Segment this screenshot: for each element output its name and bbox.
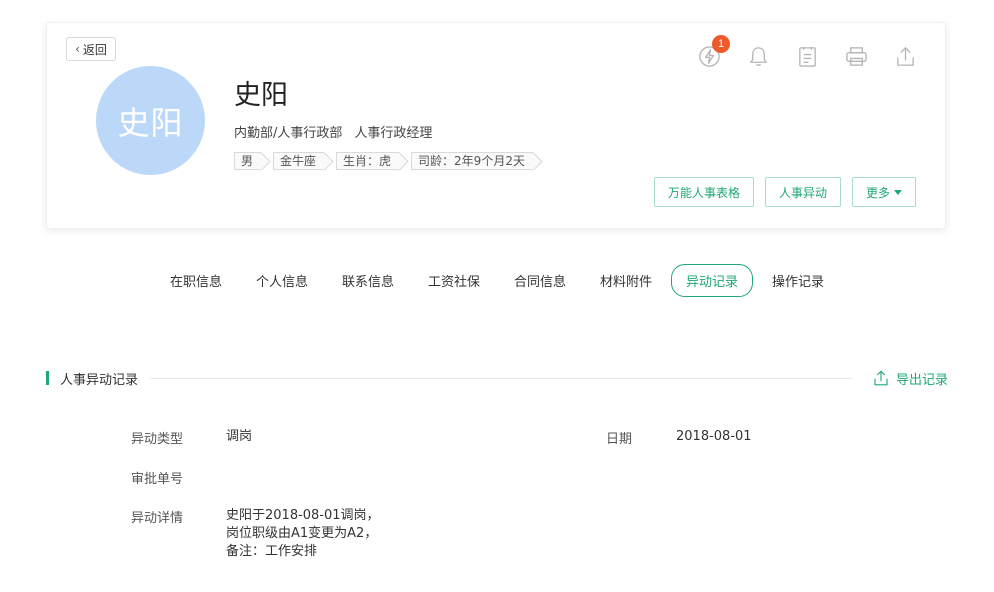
change-detail-value: 史阳于2018-08-01调岗， 岗位职级由A1变更为A2， 备注：工作安排 <box>226 507 380 561</box>
tab-contract-info[interactable]: 合同信息 <box>499 264 581 297</box>
tab-salary-insurance[interactable]: 工资社保 <box>413 264 495 297</box>
export-records-button[interactable]: 导出记录 <box>872 369 948 388</box>
notes-icon <box>799 46 816 67</box>
tab-personal-info[interactable]: 个人信息 <box>241 264 323 297</box>
tag-zodiac: 生肖：虎 <box>336 152 400 170</box>
section-title: 人事异动记录 <box>60 372 139 388</box>
profile-tags: 男 金牛座 生肖：虎 司龄：2年9个月2天 <box>234 152 533 170</box>
export-label: 导出记录 <box>895 372 948 388</box>
date-label: 日期 <box>606 432 633 447</box>
department: 内勤部/人事行政部 <box>234 126 343 141</box>
printer-icon <box>846 46 867 66</box>
header-icon-bar: 1 <box>698 35 917 69</box>
share-icon <box>897 46 914 66</box>
tag-tenure: 司龄：2年9个月2天 <box>411 152 533 170</box>
share-button[interactable] <box>894 43 917 69</box>
tab-contact-info[interactable]: 联系信息 <box>327 264 409 297</box>
detail-line: 史阳于2018-08-01调岗， <box>226 508 380 523</box>
job-position: 人事行政经理 <box>354 126 433 141</box>
change-type-label: 异动类型 <box>131 432 184 447</box>
tag-constellation: 金牛座 <box>273 152 325 170</box>
section-header: 人事异动记录 导出记录 <box>46 368 948 388</box>
print-button[interactable] <box>845 43 868 69</box>
action-buttons: 万能人事表格 人事异动 更多 <box>653 177 916 207</box>
approval-number-label: 审批单号 <box>131 472 184 487</box>
profile-tabs: 在职信息 个人信息 联系信息 工资社保 合同信息 材料附件 异动记录 操作记录 <box>0 264 994 297</box>
date-value: 2018-08-01 <box>676 429 752 444</box>
bell-icon <box>750 46 767 66</box>
notes-button[interactable] <box>796 43 819 69</box>
back-button-label: 返回 <box>82 42 107 57</box>
tab-attachments[interactable]: 材料附件 <box>585 264 667 297</box>
tag-gender: 男 <box>234 152 262 170</box>
caret-down-icon <box>894 189 902 195</box>
hr-change-button[interactable]: 人事异动 <box>764 177 841 207</box>
avatar: 史阳 <box>96 66 205 175</box>
change-detail-label: 异动详情 <box>131 511 184 526</box>
more-button-label: 更多 <box>865 185 890 200</box>
chevron-left-icon: ‹ <box>75 42 80 56</box>
bell-button[interactable] <box>747 43 770 69</box>
hr-table-button[interactable]: 万能人事表格 <box>653 177 754 207</box>
tab-operation-records[interactable]: 操作记录 <box>757 264 839 297</box>
export-icon <box>874 370 888 386</box>
back-button[interactable]: ‹ 返回 <box>66 37 116 61</box>
profile-card: ‹ 返回 史阳 史阳 内勤部/人事行政部 人事行政经理 男 金牛座 生肖：虎 司… <box>46 22 946 229</box>
flash-button[interactable]: 1 <box>698 35 730 69</box>
section-divider <box>150 377 852 379</box>
employee-name: 史阳 <box>234 80 288 111</box>
tab-employment-info[interactable]: 在职信息 <box>155 264 237 297</box>
tab-change-records[interactable]: 异动记录 <box>671 264 754 297</box>
change-type-value: 调岗 <box>226 429 253 444</box>
department-line: 内勤部/人事行政部 人事行政经理 <box>234 122 432 141</box>
detail-line: 岗位职级由A1变更为A2， <box>226 526 378 541</box>
notification-badge: 1 <box>712 35 730 53</box>
detail-line: 备注：工作安排 <box>226 544 318 559</box>
more-button[interactable]: 更多 <box>851 177 916 207</box>
section-accent-bar <box>46 371 49 385</box>
